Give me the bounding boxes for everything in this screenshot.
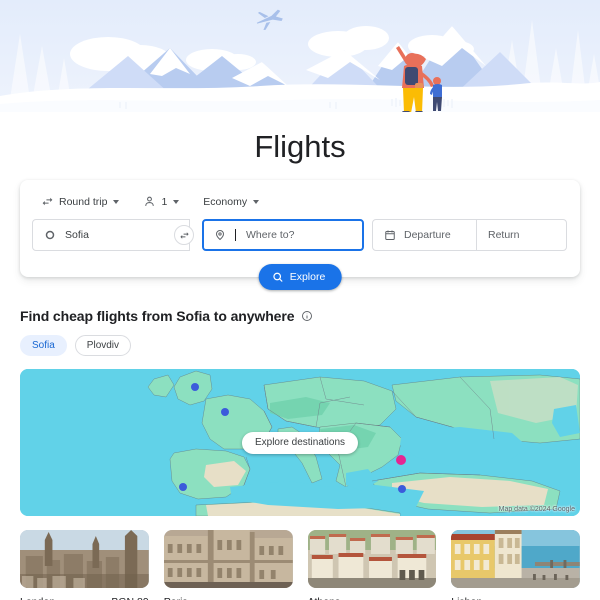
- chevron-down-icon: [253, 199, 260, 204]
- explore-button[interactable]: Explore: [258, 264, 342, 290]
- chip-sofia[interactable]: Sofia: [20, 335, 67, 356]
- destination-price: BGN 89: [111, 596, 148, 600]
- departure-date-input[interactable]: Departure: [373, 220, 476, 250]
- explore-destinations-button[interactable]: Explore destinations: [241, 431, 359, 454]
- cabin-class-selector[interactable]: Economy: [198, 193, 264, 211]
- marker-lisbon: [179, 483, 187, 491]
- return-date-input[interactable]: Return: [476, 220, 566, 250]
- marker-sofia-origin: [396, 455, 406, 465]
- chip-plovdiv[interactable]: Plovdiv: [74, 335, 132, 356]
- flight-search-card: Round trip 1 Economy Sofia Where to? Dep…: [20, 180, 580, 290]
- swap-locations-button[interactable]: [174, 225, 194, 245]
- destination-card-athens[interactable]: Athens Nov 28 — Dec 4: [307, 530, 437, 600]
- trip-options-row: Round trip 1 Economy: [32, 190, 568, 219]
- place-pin-icon: [214, 229, 226, 241]
- chevron-down-icon: [113, 199, 120, 204]
- origin-chips: Sofia Plovdiv: [20, 335, 580, 356]
- search-fields-row: Sofia Where to? Departure Return: [32, 219, 568, 251]
- return-placeholder: Return: [488, 229, 520, 241]
- destinations-map[interactable]: Explore destinations Map data ©2024 Goog…: [20, 369, 580, 516]
- person-icon: [143, 195, 156, 208]
- map-attribution: Map data ©2024 Google: [498, 506, 575, 513]
- circle-icon: [44, 229, 56, 241]
- london-skyline-photo: [20, 530, 149, 588]
- calendar-icon: [384, 229, 396, 241]
- passenger-count-label: 1: [161, 195, 168, 208]
- passengers-selector[interactable]: 1: [138, 192, 184, 211]
- explore-destinations-label: Explore destinations: [254, 437, 346, 448]
- origin-input[interactable]: Sofia: [32, 219, 190, 251]
- section-title: Find cheap flights from Sofia to anywher…: [20, 308, 295, 324]
- paris-rooftops-photo: [163, 530, 293, 588]
- card-title-row: Paris: [164, 596, 293, 600]
- chip-label: Sofia: [32, 340, 55, 351]
- chip-label: Plovdiv: [86, 340, 120, 351]
- destination-input[interactable]: Where to?: [202, 219, 364, 251]
- text-cursor: [235, 229, 236, 241]
- destination-city: Athens: [308, 596, 341, 600]
- explore-section: Find cheap flights from Sofia to anywher…: [0, 308, 600, 600]
- explore-button-label: Explore: [289, 271, 326, 283]
- athens-cityscape-photo: [307, 530, 437, 588]
- marker-london: [191, 383, 199, 391]
- winter-mountain-illustration: [0, 0, 600, 112]
- info-outline-icon[interactable]: [301, 310, 313, 322]
- destination-card-london[interactable]: London BGN 89 Nov 22 — Nov 29 Nonstop · …: [20, 530, 149, 600]
- location-fields-group: Sofia Where to?: [32, 219, 364, 251]
- destination-placeholder: Where to?: [246, 229, 295, 241]
- search-icon: [273, 272, 283, 282]
- swap-horiz-icon: [41, 195, 54, 208]
- marker-athens: [398, 485, 406, 493]
- trip-type-label: Round trip: [59, 195, 108, 208]
- cabin-class-label: Economy: [203, 195, 248, 208]
- destination-city: Paris: [164, 596, 188, 600]
- card-title-row: London BGN 89: [20, 596, 149, 600]
- card-title-row: Lisbon: [451, 596, 580, 600]
- search-section: Round trip 1 Economy Sofia Where to? Dep…: [0, 180, 600, 290]
- destination-card-paris[interactable]: Paris Dec 1 — Dec 8: [163, 530, 293, 600]
- trip-type-selector[interactable]: Round trip: [36, 192, 124, 211]
- departure-placeholder: Departure: [404, 229, 451, 241]
- chevron-down-icon: [173, 199, 180, 204]
- card-title-row: Athens: [308, 596, 437, 600]
- destination-city: Lisbon: [451, 596, 482, 600]
- date-fields-group: Departure Return: [372, 219, 567, 251]
- hero-banner: [0, 0, 600, 112]
- section-header: Find cheap flights from Sofia to anywher…: [20, 308, 580, 324]
- destination-card-lisbon[interactable]: Lisbon Mar 13 — Mar 22: [451, 530, 580, 600]
- destination-city: London: [20, 596, 55, 600]
- page-title: Flights: [254, 129, 346, 164]
- swap-arrows-icon: [179, 231, 189, 239]
- lisbon-waterfront-photo: [451, 530, 580, 588]
- destination-cards: London BGN 89 Nov 22 — Nov 29 Nonstop · …: [20, 530, 580, 600]
- marker-paris: [221, 408, 229, 416]
- origin-value: Sofia: [65, 229, 89, 241]
